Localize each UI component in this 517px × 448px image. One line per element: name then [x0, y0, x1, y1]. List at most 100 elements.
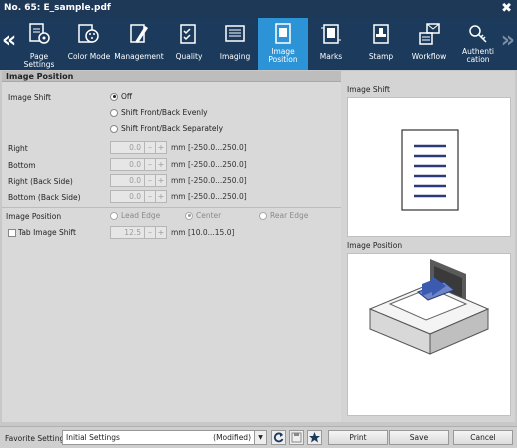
tab-image-shift-stepper: 12.5 – + mm [10.0...15.0] — [110, 226, 234, 239]
decrement-button[interactable]: – — [145, 174, 156, 187]
tab-label: Quality — [175, 52, 203, 61]
radio-label: Shift Front/Back Evenly — [121, 108, 208, 117]
shift-evenly-radio[interactable]: Shift Front/Back Evenly — [110, 108, 208, 117]
workflow-icon — [419, 23, 440, 45]
image-position-icon — [275, 23, 291, 44]
tab-color-mode[interactable]: Color Mode — [64, 18, 114, 70]
quality-icon — [180, 24, 196, 44]
tab-management[interactable]: Management — [114, 18, 164, 70]
tab-imaging[interactable]: Imaging — [210, 18, 260, 70]
image-position-preview — [347, 253, 511, 416]
range-text: mm [-250.0...250.0] — [171, 143, 247, 152]
right-back-label: Right (Back Side) — [8, 177, 73, 186]
authentication-icon — [469, 25, 487, 43]
range-text: mm [-250.0...250.0] — [171, 176, 247, 185]
radio-label: Rear Edge — [270, 211, 309, 220]
radio-dot — [110, 124, 118, 133]
favorite-star-icon[interactable] — [307, 430, 322, 445]
tab-label: Page Settings — [23, 52, 55, 69]
bottom-back-stepper: 0.0 – + mm [-250.0...250.0] — [110, 190, 247, 203]
scroll-right-icon[interactable]: » — [501, 28, 515, 54]
favorite-setting-label: Favorite Setting — [5, 434, 65, 443]
tab-label: Marks — [319, 52, 343, 61]
favorite-modified-status: (Modified) — [213, 433, 251, 442]
cancel-button[interactable]: Cancel — [453, 430, 513, 445]
favorite-setting-value: Initial Settings — [66, 433, 120, 442]
imaging-icon — [225, 25, 245, 42]
tab-marks[interactable]: Marks — [306, 18, 356, 70]
increment-button[interactable]: + — [156, 174, 167, 187]
right-label: Right — [8, 144, 28, 153]
increment-button[interactable]: + — [156, 158, 167, 171]
stamp-icon — [373, 24, 389, 44]
right-back-stepper: 0.0 – + mm [-250.0...250.0] — [110, 174, 247, 187]
right-stepper: 0.0 – + mm [-250.0...250.0] — [110, 141, 247, 154]
section-title: Image Position — [2, 71, 341, 82]
image-position-label: Image Position — [6, 212, 62, 221]
rear-edge-radio[interactable]: Rear Edge — [259, 211, 308, 220]
bottom-back-label: Bottom (Back Side) — [8, 193, 81, 202]
tab-authentication[interactable]: Authenti cation — [453, 18, 503, 70]
divider — [2, 207, 341, 208]
tab-label: Image Position — [258, 48, 308, 64]
preview-area: Image Shift Image Position — [343, 82, 515, 422]
window-title: No. 65: E_sample.pdf — [4, 3, 111, 13]
image-shift-preview-label: Image Shift — [347, 85, 390, 94]
radio-label: Center — [196, 211, 222, 220]
save-favorite-icon[interactable] — [289, 430, 304, 445]
tab-label: Imaging — [219, 52, 251, 61]
lead-edge-radio[interactable]: Lead Edge — [110, 211, 160, 220]
radio-label: Off — [121, 92, 133, 101]
radio-dot — [185, 211, 193, 220]
range-text: mm [-250.0...250.0] — [171, 192, 247, 201]
print-button[interactable]: Print — [328, 430, 388, 445]
radio-dot — [110, 92, 118, 101]
tab-quality[interactable]: Quality — [164, 18, 214, 70]
tab-image-shift-value[interactable]: 12.5 — [110, 226, 145, 239]
decrement-button[interactable]: – — [145, 190, 156, 203]
tab-image-shift-checkbox[interactable] — [8, 229, 16, 237]
tab-page-settings[interactable]: Page Settings — [14, 18, 64, 70]
radio-label: Lead Edge — [121, 211, 161, 220]
increment-button[interactable]: + — [156, 226, 167, 239]
tab-image-shift-label: Tab Image Shift — [18, 228, 77, 237]
save-button[interactable]: Save — [389, 430, 449, 445]
right-value[interactable]: 0.0 — [110, 141, 145, 154]
settings-toolbar: « Page Settings Color Mode Management Qu… — [0, 18, 517, 70]
bottom-value[interactable]: 0.0 — [110, 158, 145, 171]
radio-dot — [110, 211, 118, 220]
increment-button[interactable]: + — [156, 141, 167, 154]
tab-workflow[interactable]: Workflow — [404, 18, 454, 70]
color-mode-icon — [78, 24, 99, 43]
tab-label-line2: cation — [466, 55, 490, 64]
radio-dot — [110, 108, 118, 117]
image-position-preview-label: Image Position — [347, 241, 403, 250]
page-settings-icon — [29, 23, 50, 44]
decrement-button[interactable]: – — [145, 141, 156, 154]
shift-separately-radio[interactable]: Shift Front/Back Separately — [110, 124, 223, 133]
footer-bar: Favorite Setting Initial Settings (Modif… — [0, 426, 517, 448]
tab-label: Authenti cation — [453, 48, 503, 64]
window-titlebar: No. 65: E_sample.pdf ✖ — [0, 0, 517, 18]
bottom-back-value[interactable]: 0.0 — [110, 190, 145, 203]
tab-stamp[interactable]: Stamp — [356, 18, 406, 70]
tray-illustration — [368, 259, 490, 355]
management-icon — [130, 24, 148, 43]
refresh-icon[interactable] — [271, 430, 286, 445]
right-back-value[interactable]: 0.0 — [110, 174, 145, 187]
close-icon[interactable]: ✖ — [501, 1, 512, 17]
range-text: mm [-250.0...250.0] — [171, 160, 247, 169]
image-shift-off-radio[interactable]: Off — [110, 92, 132, 101]
favorite-setting-select[interactable]: Initial Settings (Modified) ▼ — [62, 430, 267, 445]
center-radio[interactable]: Center — [185, 211, 221, 220]
tab-label: Stamp — [368, 52, 394, 61]
bottom-stepper: 0.0 – + mm [-250.0...250.0] — [110, 158, 247, 171]
decrement-button[interactable]: – — [145, 158, 156, 171]
tab-label: Management — [114, 52, 164, 61]
tab-image-position[interactable]: Image Position — [258, 18, 308, 70]
image-shift-label: Image Shift — [8, 93, 51, 102]
decrement-button[interactable]: – — [145, 226, 156, 239]
increment-button[interactable]: + — [156, 190, 167, 203]
tab-label: Color Mode — [67, 52, 111, 61]
marks-icon — [321, 24, 341, 44]
